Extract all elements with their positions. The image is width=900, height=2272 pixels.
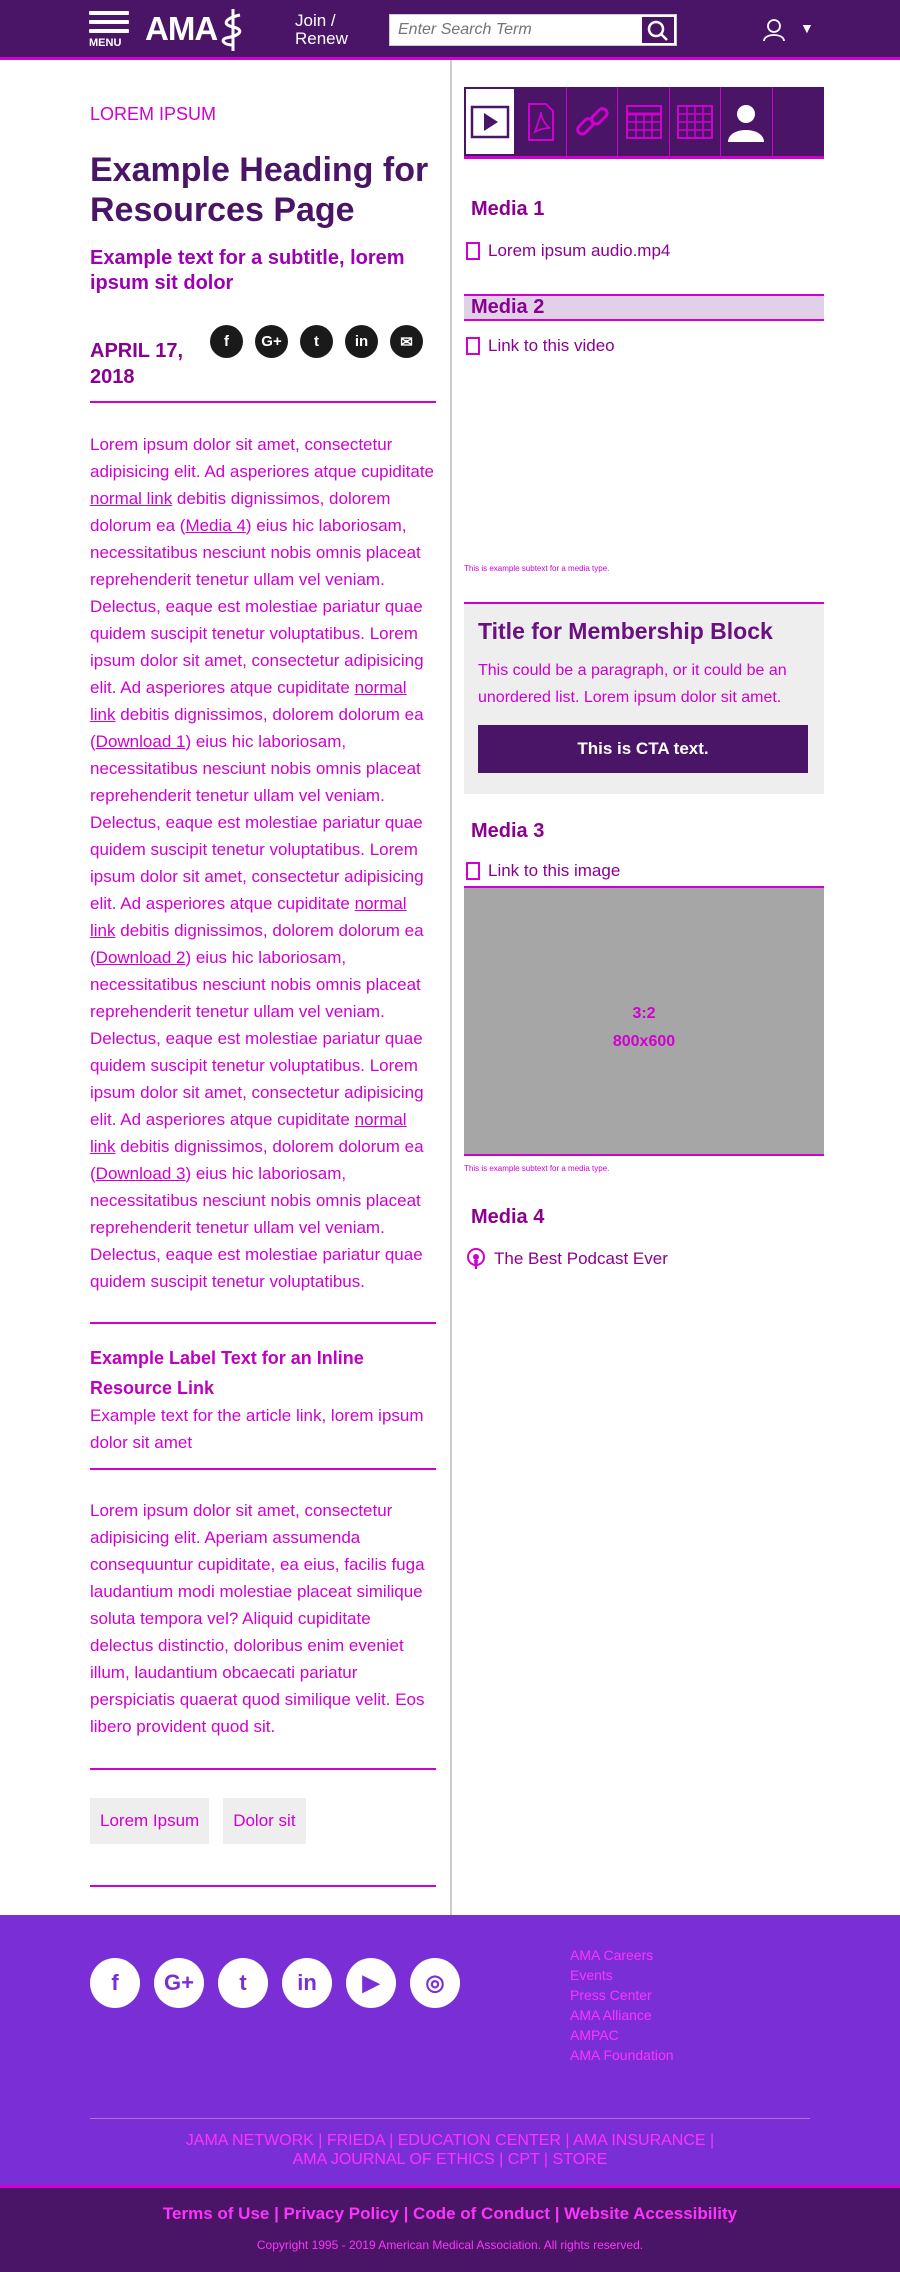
article-eyebrow: LOREM IPSUM: [90, 104, 217, 124]
media-4-link[interactable]: The Best Podcast Ever: [466, 1248, 668, 1270]
play-icon: [470, 105, 510, 138]
inline-resource-description: Example text for the article link, lorem…: [90, 1406, 424, 1452]
tag-item[interactable]: Dolor sit: [223, 1798, 306, 1844]
linkedin-icon[interactable]: in: [282, 1958, 332, 2008]
article-body: Lorem ipsum dolor sit amet, consectetur …: [90, 435, 434, 1291]
download-3-link[interactable]: Download 3: [96, 1164, 186, 1183]
media-1-title: Media 1: [471, 198, 545, 220]
media-3-link[interactable]: Link to this image: [466, 861, 620, 881]
tab-table[interactable]: [618, 87, 670, 156]
divider: [90, 1322, 436, 1324]
staff-of-asclepius-icon: [221, 9, 242, 51]
download-2-link[interactable]: Download 2: [96, 948, 186, 967]
page-title: Example Heading for Resources Page: [90, 151, 429, 229]
article-body-2: Lorem ipsum dolor sit amet, consectetur …: [90, 1501, 425, 1736]
legal-footer: Terms of Use | Privacy Policy | Code of …: [0, 2185, 900, 2272]
facebook-icon[interactable]: f: [210, 325, 243, 358]
tag-item[interactable]: Lorem Ipsum: [90, 1798, 210, 1844]
footer-link[interactable]: AMA Careers: [570, 1945, 674, 1965]
search-icon: [647, 20, 668, 41]
membership-text: This could be a paragraph, or it could b…: [478, 662, 787, 706]
account-dropdown-icon[interactable]: ▼: [800, 20, 814, 36]
tab-empty: [773, 87, 824, 156]
search-box: [389, 14, 677, 46]
divider: [90, 1768, 436, 1770]
tab-pdf[interactable]: [516, 87, 568, 156]
media-2-title: Media 2: [464, 294, 824, 321]
tab-grid[interactable]: [670, 87, 722, 156]
copyright: Copyright 1995 - 2019 American Medical A…: [256, 2238, 644, 2252]
tab-person[interactable]: [721, 87, 773, 156]
footer-link[interactable]: AMA Foundation: [570, 2045, 674, 2065]
menu-button[interactable]: MENU: [89, 11, 129, 49]
linkedin-icon[interactable]: in: [345, 325, 378, 358]
search-button[interactable]: [640, 15, 676, 45]
footer-link[interactable]: Press Center: [570, 1985, 674, 2005]
footer-divider: [90, 2118, 810, 2119]
person-icon: [728, 104, 765, 142]
footer-social-icons: f G+ t in ▶ ◎: [90, 1958, 460, 2008]
youtube-icon[interactable]: ▶: [346, 1958, 396, 2008]
site-footer: f G+ t in ▶ ◎ AMA Careers Events Press C…: [0, 1915, 900, 2185]
instagram-icon[interactable]: ◎: [410, 1958, 460, 2008]
media-4-title: Media 4: [471, 1206, 545, 1228]
podcast-icon: [467, 1248, 485, 1269]
grid-icon: [677, 104, 714, 139]
media-1-link[interactable]: Lorem ipsum audio.mp4: [466, 241, 670, 261]
tag-list: Lorem Ipsum Dolor sit: [90, 1798, 306, 1844]
ama-logo[interactable]: AMA: [145, 10, 218, 48]
tab-video[interactable]: [464, 87, 516, 156]
audio-file-icon: [466, 242, 480, 260]
page-subtitle: Example text for a subtitle, lorem ipsum…: [90, 247, 405, 294]
user-account-icon[interactable]: [762, 18, 786, 42]
image-file-icon: [466, 862, 480, 880]
search-input[interactable]: [390, 15, 640, 45]
media-2-link[interactable]: Link to this video: [466, 336, 615, 356]
share-bar: f G+ t in ✉: [210, 325, 423, 358]
footer-link[interactable]: AMA Alliance: [570, 2005, 674, 2025]
article-date: APRIL 17, 2018: [90, 340, 183, 388]
menu-label: MENU: [89, 37, 122, 49]
footer-links: AMA Careers Events Press Center AMA Alli…: [570, 1945, 674, 2065]
image-placeholder[interactable]: 3:2 800x600: [464, 886, 824, 1156]
twitter-icon[interactable]: t: [218, 1958, 268, 2008]
google-plus-icon[interactable]: G+: [255, 325, 288, 358]
join-renew-link[interactable]: Join / Renew: [295, 12, 348, 48]
media-4-link[interactable]: Media 4: [185, 516, 245, 535]
pdf-icon: [527, 102, 554, 141]
site-header: MENU AMA Join / Renew ▼: [0, 0, 900, 60]
video-file-icon: [466, 337, 480, 355]
twitter-icon[interactable]: t: [300, 325, 333, 358]
membership-block: Title for Membership Block This could be…: [464, 602, 824, 794]
media-2-subtext: This is example subtext for a media type…: [464, 564, 610, 573]
tab-link[interactable]: [567, 87, 619, 156]
cta-button[interactable]: This is CTA text.: [478, 725, 808, 773]
legal-links[interactable]: Terms of Use | Privacy Policy | Code of …: [0, 2204, 900, 2224]
media-type-tabs: [464, 87, 824, 159]
divider: [90, 1468, 436, 1470]
divider: [90, 401, 436, 403]
media-3-subtext: This is example subtext for a media type…: [464, 1164, 610, 1173]
inline-resource-label[interactable]: Example Label Text for an Inline Resourc…: [90, 1343, 390, 1403]
divider: [90, 1885, 436, 1887]
footer-link[interactable]: AMPAC: [570, 2025, 674, 2045]
download-1-link[interactable]: Download 1: [96, 732, 186, 751]
media-3-title: Media 3: [471, 820, 545, 842]
facebook-icon[interactable]: f: [90, 1958, 140, 2008]
footer-link[interactable]: Events: [570, 1965, 674, 1985]
google-plus-icon[interactable]: G+: [154, 1958, 204, 2008]
footer-network-nav[interactable]: JAMA NETWORK | FRIEDA | EDUCATION CENTER…: [0, 2131, 900, 2169]
table-icon: [625, 104, 662, 139]
link-icon: [576, 106, 609, 136]
column-divider: [450, 60, 452, 1915]
normal-link[interactable]: normal link: [90, 489, 172, 508]
email-icon[interactable]: ✉: [390, 325, 423, 358]
membership-title: Title for Membership Block: [478, 618, 773, 644]
